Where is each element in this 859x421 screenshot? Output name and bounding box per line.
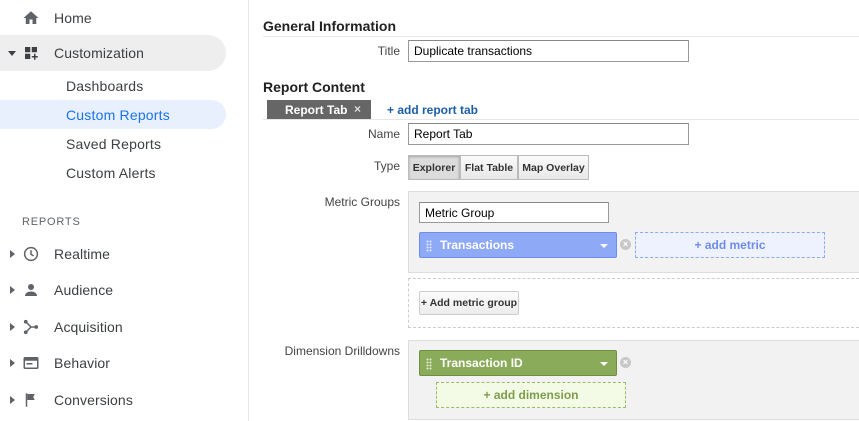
add-metric-group-button[interactable]: + Add metric group	[419, 291, 519, 315]
nav-acquisition[interactable]: Acquisition	[0, 309, 226, 345]
metric-group-name-input[interactable]	[419, 202, 609, 223]
add-dimension-dropzone[interactable]: + add dimension	[436, 382, 626, 408]
nav-realtime[interactable]: Realtime	[0, 236, 226, 272]
type-label: Type	[373, 159, 400, 173]
caret-right-icon	[8, 396, 16, 404]
nav-saved-reports[interactable]: Saved Reports	[0, 129, 226, 158]
nav-audience-label: Audience	[54, 282, 114, 298]
nav-audience[interactable]: Audience	[0, 272, 226, 308]
flag-icon	[22, 391, 40, 409]
nav-custom-alerts[interactable]: Custom Alerts	[0, 158, 226, 187]
dashboard-customize-icon	[22, 44, 40, 62]
nav-dashboards-label: Dashboards	[66, 77, 144, 94]
close-tab-icon[interactable]: ×	[354, 102, 361, 116]
type-flat-table-button[interactable]: Flat Table	[460, 155, 518, 180]
caret-right-icon	[8, 250, 16, 258]
report-tab-label: Report Tab	[285, 102, 348, 117]
add-metric-dropzone[interactable]: + add metric	[635, 232, 825, 258]
nav-customization-label: Customization	[54, 45, 145, 61]
metric-group-panel: Transactions × + add metric	[408, 191, 859, 273]
nav-custom-alerts-label: Custom Alerts	[66, 164, 156, 181]
title-label: Title	[377, 44, 400, 58]
nav-custom-reports[interactable]: Custom Reports	[0, 100, 226, 129]
chevron-down-icon[interactable]	[600, 244, 608, 248]
nav-realtime-label: Realtime	[54, 246, 111, 262]
title-input[interactable]	[408, 40, 689, 62]
nav-dashboards[interactable]: Dashboards	[0, 71, 226, 100]
metric-chip[interactable]: Transactions	[419, 232, 617, 258]
caret-right-icon	[8, 286, 16, 294]
divider	[263, 119, 859, 120]
home-icon	[22, 9, 40, 27]
nav-acquisition-label: Acquisition	[54, 319, 123, 335]
metric-groups-label: Metric Groups	[324, 195, 400, 209]
metric-chip-label: Transactions	[440, 238, 515, 252]
dimension-drilldowns-label: Dimension Drilldowns	[284, 344, 400, 358]
chevron-down-icon[interactable]	[600, 362, 608, 366]
report-editor: General Information Title Report Content…	[250, 0, 859, 421]
nav-home[interactable]: Home	[0, 0, 226, 36]
remove-dimension-icon[interactable]: ×	[620, 357, 631, 368]
left-nav: Home Customization Dashboards Custom Rep…	[0, 0, 249, 421]
caret-down-icon	[8, 49, 16, 57]
divider	[263, 36, 859, 37]
behavior-icon	[22, 354, 40, 372]
tab-name-input[interactable]	[408, 123, 689, 145]
caret-right-icon	[8, 323, 16, 331]
nav-saved-reports-label: Saved Reports	[66, 135, 162, 152]
report-content-heading: Report Content	[263, 79, 365, 95]
reports-section-header: REPORTS	[22, 216, 81, 228]
acquisition-icon	[22, 318, 40, 336]
caret-right-icon	[8, 359, 16, 367]
dimension-chip-label: Transaction ID	[440, 356, 523, 370]
drag-handle-icon[interactable]	[426, 240, 432, 252]
drag-handle-icon[interactable]	[426, 358, 432, 370]
name-label: Name	[367, 127, 400, 141]
add-metric-group-panel: + Add metric group	[408, 278, 859, 328]
general-info-heading: General Information	[263, 18, 397, 34]
nav-conversions-label: Conversions	[54, 392, 133, 408]
type-map-overlay-button[interactable]: Map Overlay	[518, 155, 589, 180]
nav-behavior[interactable]: Behavior	[0, 345, 226, 381]
dimension-chip[interactable]: Transaction ID	[419, 350, 617, 376]
nav-behavior-label: Behavior	[54, 355, 111, 371]
report-tab[interactable]: Report Tab ×	[267, 100, 371, 119]
nav-conversions[interactable]: Conversions	[0, 382, 226, 418]
remove-metric-icon[interactable]: ×	[620, 239, 631, 250]
person-icon	[22, 281, 40, 299]
add-report-tab-link[interactable]: + add report tab	[387, 103, 478, 117]
dimension-panel: Transaction ID × + add dimension	[408, 340, 859, 420]
type-explorer-button[interactable]: Explorer	[408, 155, 460, 180]
nav-home-label: Home	[54, 10, 92, 26]
nav-customization[interactable]: Customization	[0, 35, 226, 71]
clock-icon	[22, 245, 40, 263]
nav-custom-reports-label: Custom Reports	[66, 106, 170, 123]
